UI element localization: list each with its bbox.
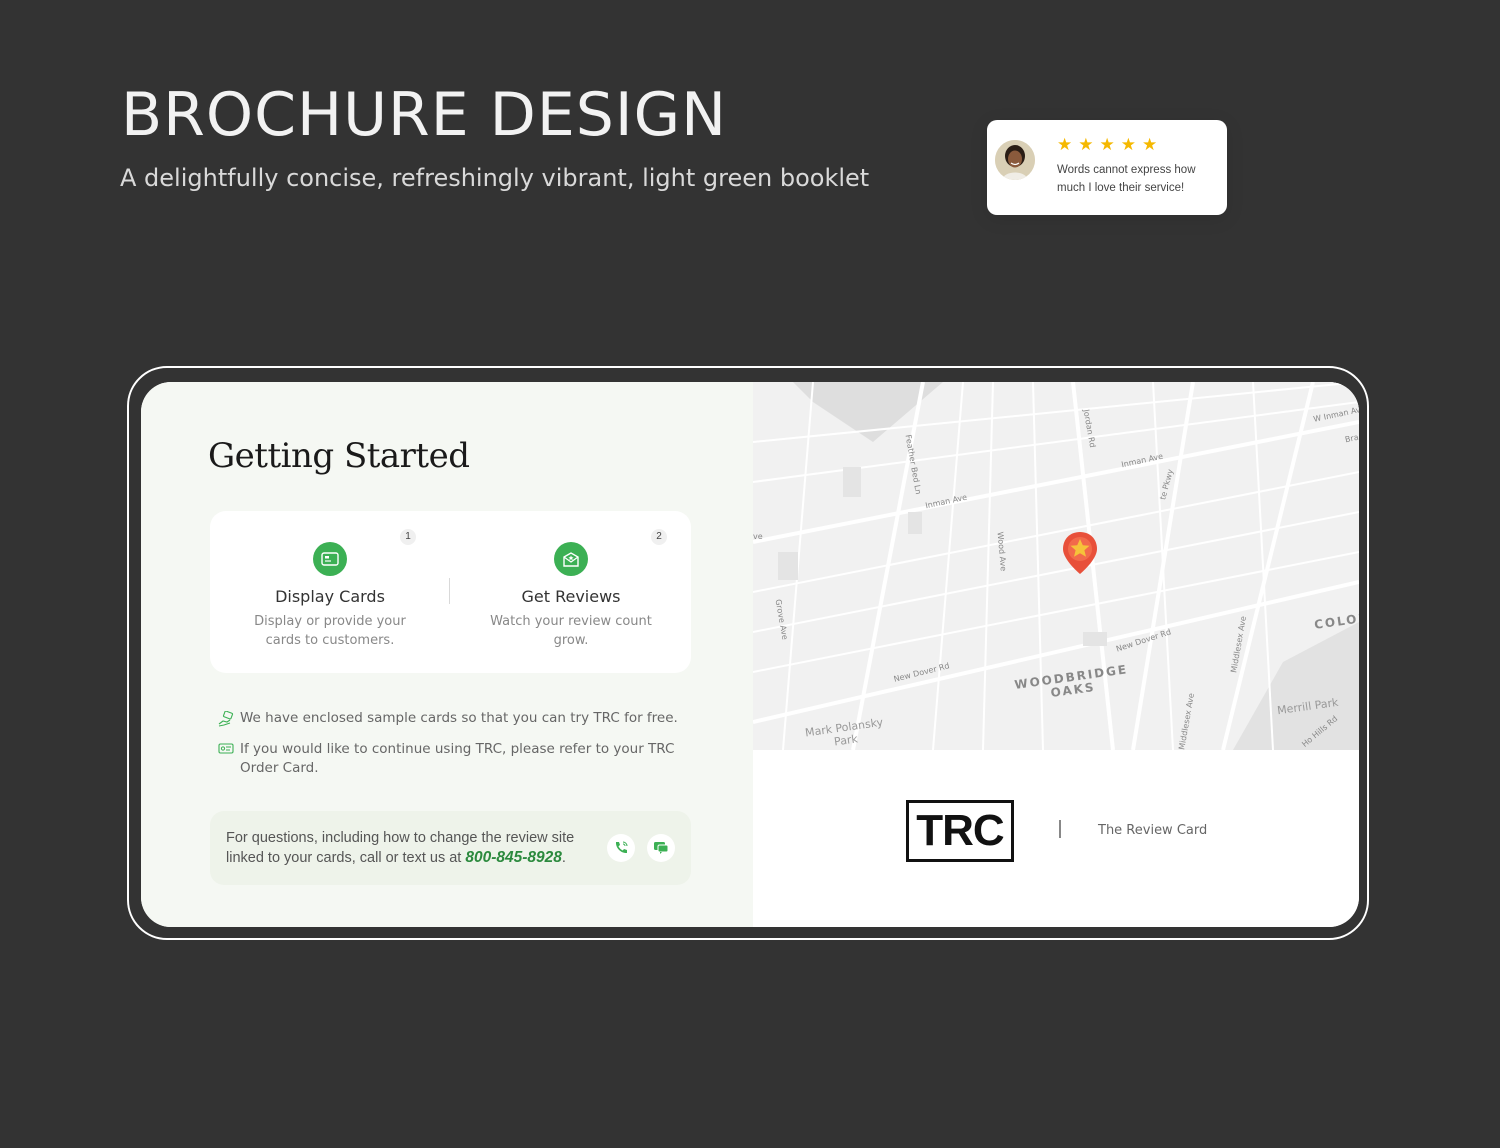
step-number: 2 [651, 529, 667, 545]
map[interactable]: W Inman Av Bra Jordan Rd Inman Ave Inman… [753, 382, 1359, 750]
order-card-icon [218, 742, 234, 761]
star-icon: ★ [1142, 135, 1158, 154]
step-title: Display Cards [275, 587, 385, 606]
note-order-card: If you would like to continue using TRC,… [218, 740, 688, 778]
star-icon: ★ [1099, 135, 1115, 154]
star-rating: ★ ★ ★ ★ ★ [1057, 136, 1157, 153]
review-card: ★ ★ ★ ★ ★ Words cannot express how much … [987, 120, 1227, 215]
steps-card: 1 Display Cards Display or provide your … [210, 511, 691, 673]
contact-suffix: . [561, 850, 566, 866]
step-get-reviews: 2 Get Reviews Watch your review count gr… [451, 511, 691, 673]
trc-logo: TRC [906, 800, 1014, 862]
step-display-cards: 1 Display Cards Display or provide your … [210, 511, 450, 673]
page-title: BROCHURE DESIGN [121, 80, 727, 150]
brand-area: TRC The Review Card [753, 750, 1359, 927]
page-subtitle: A delightfully concise, refreshingly vib… [120, 164, 870, 192]
step-title: Get Reviews [521, 587, 621, 606]
avatar [995, 140, 1035, 180]
star-icon: ★ [1057, 135, 1073, 154]
note-text: If you would like to continue using TRC,… [240, 741, 675, 776]
brand-name: The Review Card [1098, 823, 1208, 838]
contact-box: For questions, including how to change t… [210, 811, 691, 885]
star-icon: ★ [1078, 135, 1094, 154]
card-icon [313, 542, 347, 576]
message-icon [654, 842, 669, 854]
step-description: Display or provide your cards to custome… [254, 614, 406, 648]
star-icon: ★ [1120, 135, 1136, 154]
steps-divider [449, 578, 450, 604]
hand-card-icon [218, 710, 234, 733]
brand-separator [1059, 820, 1061, 838]
call-button[interactable] [607, 834, 635, 862]
section-heading: Getting Started [208, 436, 470, 476]
envelope-star-icon [554, 542, 588, 576]
review-text: Words cannot express how much I love the… [1057, 164, 1196, 194]
contact-text: For questions, including how to change t… [226, 828, 606, 868]
note-sample-cards: We have enclosed sample cards so that yo… [218, 709, 688, 728]
step-number: 1 [400, 529, 416, 545]
step-description: Watch your review count grow. [490, 614, 652, 648]
phone-icon [615, 841, 628, 854]
left-panel: Getting Started 1 Display Cards Display … [141, 382, 753, 927]
brochure: Getting Started 1 Display Cards Display … [141, 382, 1359, 927]
phone-number[interactable]: 800-845-8928 [465, 849, 562, 866]
note-text: We have enclosed sample cards so that yo… [240, 710, 678, 726]
text-button[interactable] [647, 834, 675, 862]
street-label: ve [753, 532, 763, 541]
location-pin-icon[interactable] [1061, 530, 1099, 581]
